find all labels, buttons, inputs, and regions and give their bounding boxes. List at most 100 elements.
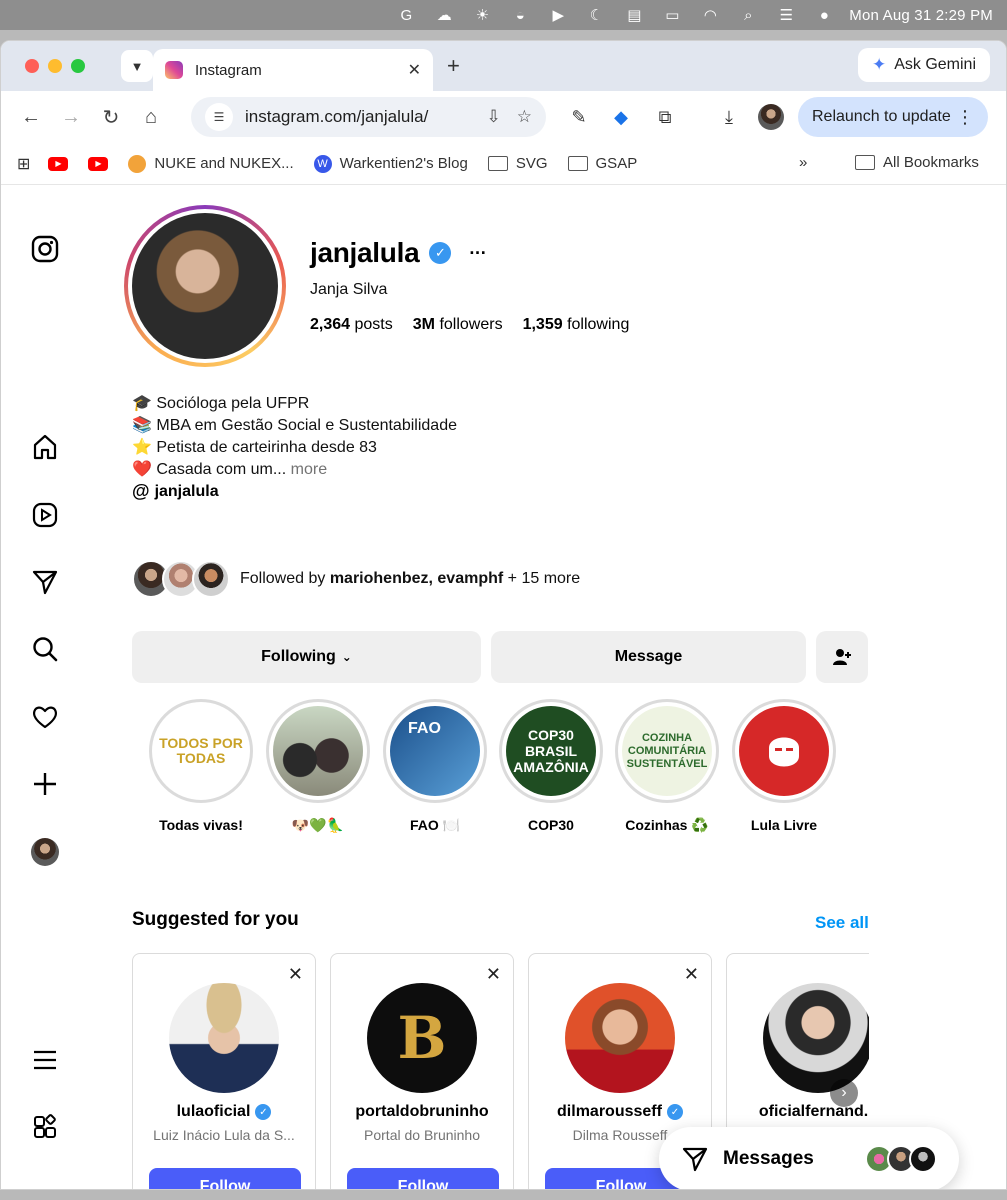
also-from-meta-icon[interactable]: [25, 1107, 65, 1147]
notifications-heart-icon[interactable]: [25, 697, 65, 737]
profile-stats: 2,364 posts 3M followers 1,359 following: [310, 316, 629, 334]
extensions-puzzle-icon[interactable]: ⧉: [647, 99, 683, 135]
suggestion-card[interactable]: ✕ lulaoficial ✓ Luiz Inácio Lula da S... …: [132, 953, 316, 1189]
search-icon[interactable]: ⌕: [737, 4, 759, 26]
home-button[interactable]: ⌂: [131, 97, 171, 137]
siri-icon[interactable]: ●: [813, 4, 835, 26]
followed-by[interactable]: Followed by mariohenbez, evamphf + 15 mo…: [132, 559, 580, 599]
close-window-button[interactable]: [25, 59, 39, 73]
site-info-icon[interactable]: ☰: [205, 103, 233, 131]
menu-bar-clock[interactable]: Mon Aug 31 2:29 PM: [849, 7, 993, 24]
eyedropper-extension-icon[interactable]: ✎: [561, 99, 597, 135]
profile-picture-story-ring[interactable]: [124, 205, 286, 367]
bio-more-link[interactable]: more: [291, 461, 327, 478]
avatar: [763, 983, 869, 1093]
bookmark-folder-gsap[interactable]: GSAP: [567, 155, 637, 172]
bookmark-nuke[interactable]: NUKE and NUKEX...: [128, 154, 294, 173]
instagram-favicon-icon: [165, 61, 183, 79]
instagram-logo-icon[interactable]: [25, 229, 65, 269]
battery-icon[interactable]: ▭: [661, 4, 683, 26]
reload-icon: ↻: [102, 106, 120, 129]
bookmark-label: NUKE and NUKEX...: [154, 155, 294, 172]
tab-search-button[interactable]: ▼: [121, 50, 153, 82]
card-icon[interactable]: ▤: [623, 4, 645, 26]
home-icon[interactable]: [25, 427, 65, 467]
bookmark-warkentien-blog[interactable]: W Warkentien2's Blog: [313, 154, 468, 173]
profile-avatar[interactable]: [753, 99, 789, 135]
relaunch-to-update-button[interactable]: Relaunch to update ⋮: [798, 97, 988, 137]
tab-instagram[interactable]: Instagram ✕: [153, 49, 433, 91]
direct-messages-icon: [682, 1147, 708, 1172]
left-navigation-rail: [1, 185, 89, 1189]
following-button[interactable]: Following ⌄: [132, 631, 481, 683]
highlight-pets[interactable]: 🐶💚🦜: [266, 699, 370, 834]
dismiss-suggestion-icon[interactable]: ✕: [288, 964, 303, 985]
bio-line: ❤️ Casada com um... more: [132, 461, 328, 478]
highlight-fao[interactable]: FAO FAO 🍽️: [383, 699, 487, 834]
message-button[interactable]: Message: [491, 631, 806, 683]
carousel-next-icon[interactable]: ›: [830, 1079, 858, 1107]
minimize-window-button[interactable]: [48, 59, 62, 73]
highlight-cover: COZINHA COMUNITÁRIA SUSTENTÁVEL: [622, 706, 712, 796]
create-plus-icon[interactable]: [25, 764, 65, 804]
control-center-icon[interactable]: ☰: [775, 4, 797, 26]
address-bar[interactable]: ☰ instagram.com/janjalula/ ⇩ ☆: [191, 97, 546, 137]
all-bookmarks-folder[interactable]: All Bookmarks: [855, 154, 979, 171]
highlight-lula-livre[interactable]: Lula Livre: [732, 699, 836, 833]
following-link[interactable]: 1,359 following: [523, 316, 630, 334]
profile-avatar[interactable]: [25, 832, 65, 872]
folder-icon: [567, 156, 588, 171]
new-tab-button[interactable]: +: [447, 53, 460, 79]
gem-extension-icon[interactable]: ◆: [603, 99, 639, 135]
moon-icon[interactable]: ☾: [585, 4, 607, 26]
follow-button[interactable]: Follow: [347, 1168, 499, 1189]
bookmark-youtube-2[interactable]: ▶: [88, 156, 109, 171]
menu-hamburger-icon[interactable]: [25, 1040, 65, 1080]
forward-button[interactable]: →: [51, 97, 91, 137]
navigation-bar: ← → ↻ ⌂ ☰ instagram.com/janjalula/ ⇩ ☆ ✎…: [1, 91, 1006, 143]
suggest-people-button[interactable]: [816, 631, 868, 683]
highlight-todas-vivas[interactable]: TODOS POR TODAS Todas vivas!: [149, 699, 253, 833]
mutual-followers-avatars: [132, 560, 230, 598]
followers-link[interactable]: 3M followers: [413, 316, 503, 334]
highlight-cop30[interactable]: COP30 BRASIL AMAZÔNIA COP30: [499, 699, 603, 833]
avatar: [192, 560, 230, 598]
direct-messages-icon[interactable]: [25, 562, 65, 602]
grammarly-icon[interactable]: G: [395, 4, 417, 26]
downloads-icon[interactable]: ⤓: [711, 99, 747, 135]
bookmark-youtube-1[interactable]: ▶: [48, 156, 69, 171]
url-text[interactable]: instagram.com/janjalula/: [245, 107, 471, 127]
instagram-page: janjalula ✓ ··· Janja Silva 2,364 posts …: [1, 185, 1006, 1189]
close-tab-icon[interactable]: ✕: [408, 60, 421, 80]
ask-gemini-button[interactable]: ✦ Ask Gemini: [857, 48, 990, 82]
chevron-down-icon: ⌄: [341, 650, 352, 664]
reload-button[interactable]: ↻: [91, 97, 131, 137]
apps-grid-icon[interactable]: ⊞: [17, 154, 30, 174]
app-icon[interactable]: ◒: [509, 4, 531, 26]
more-options-icon[interactable]: ···: [469, 243, 486, 264]
search-icon[interactable]: [25, 629, 65, 669]
brightness-icon[interactable]: ☀: [471, 4, 493, 26]
highlight-cozinhas[interactable]: COZINHA COMUNITÁRIA SUSTENTÁVEL Cozinhas…: [615, 699, 719, 834]
more-bookmarks-chevron-icon[interactable]: »: [799, 154, 807, 171]
messages-pill[interactable]: Messages: [659, 1127, 959, 1189]
zoom-window-button[interactable]: [71, 59, 85, 73]
see-all-link[interactable]: See all: [815, 913, 869, 933]
cloud-sync-icon[interactable]: ☁: [433, 4, 455, 26]
play-icon[interactable]: ▶: [547, 4, 569, 26]
bookmark-folder-svg[interactable]: SVG: [487, 155, 548, 172]
more-vertical-icon[interactable]: ⋮: [956, 107, 974, 128]
back-button[interactable]: ←: [11, 97, 51, 137]
dismiss-suggestion-icon[interactable]: ✕: [684, 964, 699, 985]
reels-icon[interactable]: [25, 495, 65, 535]
tab-strip: ▼ Instagram ✕ + ✦ Ask Gemini: [1, 41, 1006, 91]
dismiss-suggestion-icon[interactable]: ✕: [486, 964, 501, 985]
follow-button[interactable]: Follow: [149, 1168, 301, 1189]
wifi-icon[interactable]: ◠: [699, 4, 721, 26]
suggestion-card[interactable]: ✕ B portaldobruninho Portal do Bruninho …: [330, 953, 514, 1189]
install-app-icon[interactable]: ⇩: [487, 107, 501, 127]
wordpress-icon: W: [313, 154, 332, 173]
threads-link[interactable]: @ janjalula: [132, 481, 219, 502]
highlight-label: FAO 🍽️: [409, 817, 461, 833]
bookmark-star-icon[interactable]: ☆: [517, 107, 532, 127]
